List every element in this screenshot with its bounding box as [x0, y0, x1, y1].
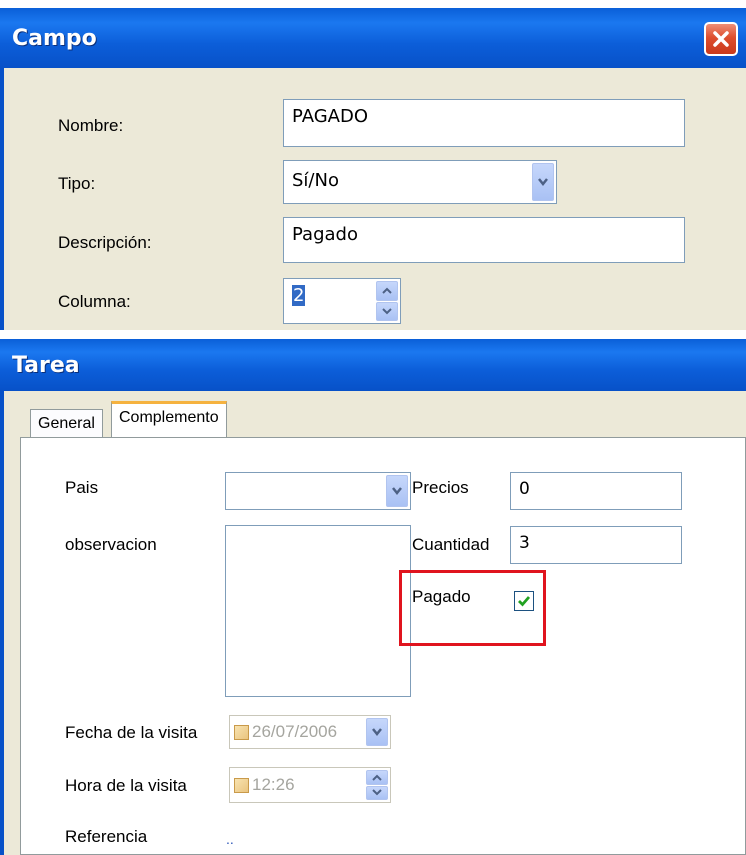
fecha-dropdown-button[interactable]: [366, 718, 388, 746]
hora-label: Hora de la visita: [65, 776, 187, 795]
tipo-select-value: Sí/No: [292, 170, 339, 191]
pais-select[interactable]: [225, 472, 411, 510]
hora-spin-buttons: [366, 770, 388, 800]
columna-spin-buttons: [376, 281, 398, 321]
hora-picker[interactable]: 12:26: [229, 767, 391, 803]
tipo-label: Tipo:: [58, 174, 96, 193]
descripcion-input[interactable]: Pagado: [283, 217, 685, 263]
check-icon: [518, 596, 531, 607]
chevron-down-icon: [372, 728, 382, 737]
precios-input[interactable]: 0: [510, 472, 682, 510]
hora-enable-checkbox[interactable]: [234, 777, 249, 793]
hora-value: 12:26: [252, 775, 295, 794]
campo-dialog-body: Nombre: PAGADO Tipo: Sí/No Descripción: …: [0, 68, 746, 330]
tab-complemento[interactable]: Complemento: [111, 401, 227, 438]
observacion-textarea[interactable]: [225, 525, 411, 697]
campo-title: Campo: [12, 25, 97, 51]
nombre-label: Nombre:: [58, 116, 124, 135]
hora-spin-up-button[interactable]: [366, 770, 388, 785]
columna-spin-up-button[interactable]: [376, 281, 398, 301]
pagado-label: Pagado: [412, 587, 471, 606]
chevron-down-icon: [372, 789, 382, 796]
pais-dropdown-button[interactable]: [386, 475, 408, 507]
tipo-select[interactable]: Sí/No: [283, 160, 557, 204]
descripcion-label: Descripción:: [58, 233, 152, 252]
close-icon: [713, 31, 729, 47]
chevron-up-icon: [382, 287, 392, 294]
referencia-link[interactable]: ..: [226, 831, 234, 847]
columna-spinner[interactable]: 2: [283, 278, 401, 324]
hora-spin-down-button[interactable]: [366, 785, 388, 800]
tarea-titlebar: Tarea: [0, 339, 746, 391]
referencia-label: Referencia: [65, 827, 148, 846]
chevron-down-icon: [392, 487, 402, 496]
tab-content-complemento: Pais observacion Precios 0 Cuantidad 3 P…: [20, 437, 746, 855]
pais-label: Pais: [65, 478, 99, 497]
chevron-down-icon: [382, 308, 392, 315]
cantidad-label: Cuantidad: [412, 535, 490, 554]
chevron-up-icon: [372, 774, 382, 781]
chevron-down-icon: [538, 178, 548, 187]
campo-close-button[interactable]: [704, 22, 738, 56]
tab-general[interactable]: General: [30, 409, 103, 437]
fecha-value: 26/07/2006: [252, 722, 338, 741]
tipo-dropdown-button[interactable]: [532, 163, 554, 201]
observacion-label: observacion: [65, 535, 157, 554]
columna-value: 2: [292, 285, 306, 306]
fecha-enable-checkbox[interactable]: [234, 724, 249, 740]
columna-spin-down-button[interactable]: [376, 301, 398, 321]
tarea-title: Tarea: [12, 352, 80, 378]
nombre-input[interactable]: PAGADO: [283, 99, 685, 147]
cantidad-input[interactable]: 3: [510, 526, 682, 564]
tarea-dialog-body: General Complemento Pais observacion Pre…: [0, 391, 746, 855]
columna-label: Columna:: [58, 292, 131, 311]
fecha-picker[interactable]: 26/07/2006: [229, 715, 391, 749]
campo-titlebar: Campo: [0, 8, 746, 68]
fecha-label: Fecha de la visita: [65, 723, 198, 742]
pagado-checkbox[interactable]: [514, 591, 534, 611]
precios-label: Precios: [412, 478, 469, 497]
